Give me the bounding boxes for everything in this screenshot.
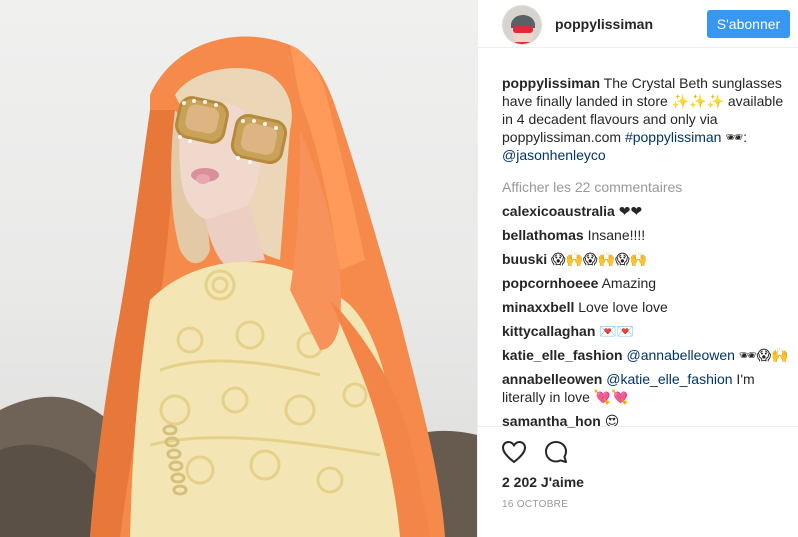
caption-mention[interactable]: @jasonhenleyco (502, 147, 606, 163)
likes-count[interactable]: 2 202 J'aime (502, 474, 584, 490)
comments-section: poppylissiman The Crystal Beth sunglasse… (502, 74, 792, 436)
comment-mention[interactable]: @katie_elle_fashion (602, 371, 732, 387)
comment-item: buuski 😱🙌😱🙌😱🙌 (502, 250, 792, 268)
caption-hashtag[interactable]: #poppylissiman (625, 129, 722, 145)
comment-username[interactable]: calexicoaustralia (502, 203, 615, 219)
comment-username[interactable]: minaxxbell (502, 299, 574, 315)
post-date[interactable]: 16 OCTOBRE (502, 499, 568, 510)
post-details-panel: poppylissiman S'abonner poppylissiman Th… (477, 0, 798, 537)
post-actions: 2 202 J'aime 16 OCTOBRE (478, 426, 798, 537)
load-more-comments-link[interactable]: Afficher les 22 commentaires (502, 178, 792, 196)
comment-text: Love love love (574, 299, 668, 315)
comment-item: minaxxbell Love love love (502, 298, 792, 316)
comment-text: ❤❤ (614, 203, 643, 219)
comment-item: kittycallaghan 💌💌 (502, 322, 792, 340)
post-header: poppylissiman S'abonner (478, 0, 798, 48)
comment-text: 😱🙌😱🙌😱🙌 (547, 251, 648, 267)
comment-text: 💌💌 (595, 323, 635, 339)
comment-username[interactable]: bellathomas (502, 227, 584, 243)
header-username[interactable]: poppylissiman (555, 16, 653, 32)
comment-username[interactable]: popcornhoeee (502, 275, 598, 291)
comment-username[interactable]: buuski (502, 251, 547, 267)
avatar[interactable] (502, 5, 542, 45)
comment-item: popcornhoeee Amazing (502, 274, 792, 292)
caption-after-hashtag: 🕶: (721, 129, 747, 145)
caption: poppylissiman The Crystal Beth sunglasse… (502, 74, 792, 164)
comment-text: Amazing (598, 275, 657, 291)
avatar-image (503, 6, 541, 44)
caption-username[interactable]: poppylissiman (502, 75, 600, 91)
post-photo[interactable] (0, 0, 477, 537)
follow-button[interactable]: S'abonner (707, 10, 790, 38)
comment-item: calexicoaustralia ❤❤ (502, 202, 792, 220)
post-photo-illustration (0, 36, 477, 537)
comment-text: Insane!!!! (583, 227, 646, 243)
heart-icon[interactable] (500, 438, 528, 466)
comment-item: annabelleowen @katie_elle_fashion I'm li… (502, 370, 792, 406)
comment-item: katie_elle_fashion @annabelleowen 🕶😱🙌 (502, 346, 792, 364)
comment-icon[interactable] (542, 438, 570, 466)
comment-username[interactable]: katie_elle_fashion (502, 347, 623, 363)
comment-username[interactable]: kittycallaghan (502, 323, 595, 339)
comment-username[interactable]: annabelleowen (502, 371, 602, 387)
comment-item: bellathomas Insane!!!! (502, 226, 792, 244)
comment-text: 🕶😱🙌 (734, 347, 789, 363)
comment-mention[interactable]: @annabelleowen (623, 347, 735, 363)
